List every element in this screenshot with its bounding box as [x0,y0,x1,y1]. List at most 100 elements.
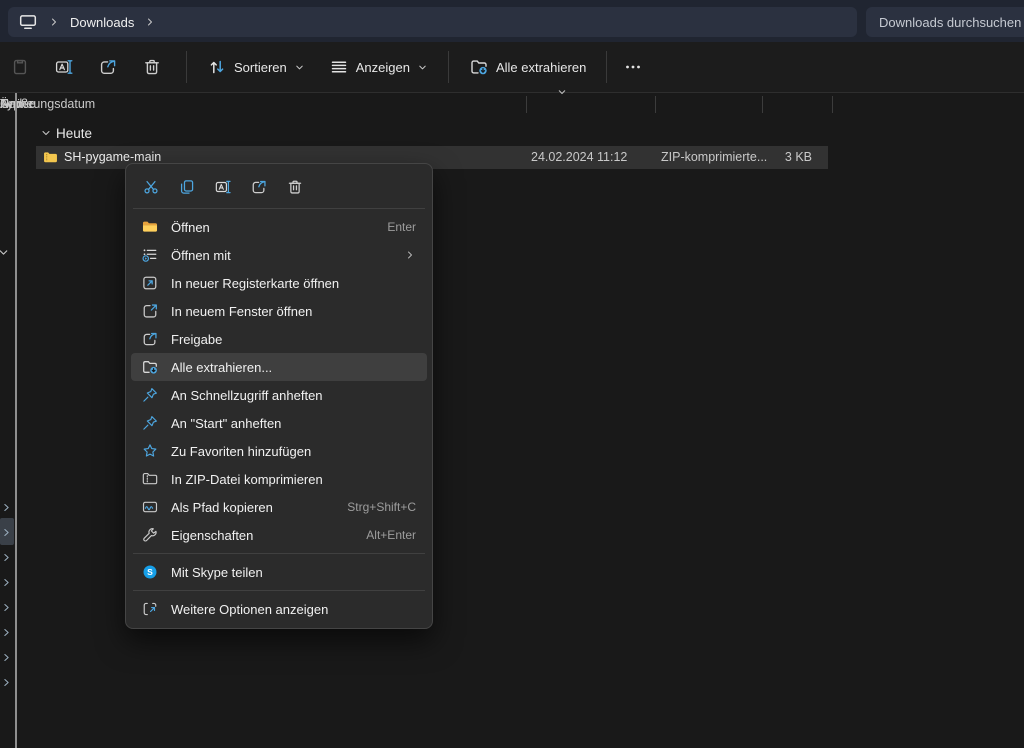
menu-item-extract-all[interactable]: Alle extrahieren... [131,353,427,381]
file-size: 3 KB [740,150,812,164]
zip-folder-icon [141,470,159,488]
menu-item-share[interactable]: Freigabe [131,325,427,353]
menu-item-label: Öffnen mit [171,248,231,263]
menu-item-compress-to-zip[interactable]: In ZIP-Datei komprimieren [131,465,427,493]
zip-file-icon [42,149,59,166]
share-icon [250,178,268,196]
copy-button[interactable] [172,173,201,202]
tree-collapse-icon[interactable] [0,246,10,259]
menu-item-shortcut: Enter [387,220,416,234]
new-window-icon [141,302,159,320]
menu-item-shortcut: Alt+Enter [366,528,416,542]
menu-separator [133,208,425,209]
delete-button[interactable] [134,50,170,84]
pin-icon [141,386,159,404]
menu-item-label: An Schnellzugriff anheften [171,388,323,403]
menu-item-open[interactable]: Öffnen Enter [131,213,427,241]
column-headers: NameÄnderungsdatumTypGröße [0,93,1024,117]
file-modified-date: 24.02.2024 11:12 [531,150,627,164]
view-button[interactable]: Anzeigen [317,50,440,84]
star-icon [141,442,159,460]
menu-item-label: Weitere Optionen anzeigen [171,602,328,617]
column-separator[interactable] [655,96,656,113]
breadcrumb-downloads[interactable]: Downloads [70,15,134,30]
menu-item-open-in-new-tab[interactable]: In neuer Registerkarte öffnen [131,269,427,297]
file-explorer-window: Downloads Downloads durchsuchen Sortiere… [0,0,1024,748]
extract-all-button[interactable]: Alle extrahieren [457,50,598,84]
menu-item-pin-to-start[interactable]: An "Start" anheften [131,409,427,437]
trash-icon [142,57,162,77]
more-dots-icon [623,57,643,77]
extract-icon [469,57,489,77]
extract-icon [141,358,159,376]
menu-item-label: An "Start" anheften [171,416,281,431]
rename-icon [214,178,232,196]
menu-item-label: Alle extrahieren... [171,360,272,375]
this-pc-icon[interactable] [18,12,38,32]
delete-button[interactable] [280,173,309,202]
file-name: SH-pygame-main [64,150,161,164]
extract-label: Alle extrahieren [496,60,586,75]
menu-item-add-to-favorites[interactable]: Zu Favoriten hinzufügen [131,437,427,465]
search-placeholder: Downloads durchsuchen [879,15,1021,30]
chevron-down-icon [417,62,428,73]
menu-item-label: Eigenschaften [171,528,253,543]
menu-separator [133,553,425,554]
trash-icon [286,178,304,196]
rename-button[interactable] [46,50,82,84]
address-band: Downloads Downloads durchsuchen [0,0,1024,42]
sort-button[interactable]: Sortieren [195,50,317,84]
pane-splitter[interactable] [15,93,17,748]
navigation-pane-edge [0,0,15,748]
tree-expand-chevron-icon[interactable] [1,527,12,538]
tree-expand-chevron-icon[interactable] [1,502,12,513]
share-button[interactable] [244,173,273,202]
search-box[interactable]: Downloads durchsuchen [866,7,1024,37]
share-button[interactable] [90,50,126,84]
submenu-chevron-icon [404,249,416,261]
menu-item-label: Mit Skype teilen [171,565,263,580]
tree-expand-chevron-icon[interactable] [1,627,12,638]
menu-item-properties[interactable]: Eigenschaften Alt+Enter [131,521,427,549]
tree-expand-chevron-icon[interactable] [1,677,12,688]
tree-expand-chevron-icon[interactable] [1,552,12,563]
address-bar[interactable]: Downloads [8,7,857,37]
see-more-button[interactable] [615,50,651,84]
breadcrumb-chevron-icon[interactable] [48,16,60,28]
menu-item-label: Öffnen [171,220,210,235]
tree-expand-chevron-icon[interactable] [1,652,12,663]
skype-icon: S [141,563,159,581]
menu-item-label: In ZIP-Datei komprimieren [171,472,323,487]
cut-button[interactable] [136,173,165,202]
view-label: Anzeigen [356,60,410,75]
sort-direction-icon [556,86,568,98]
breadcrumb-chevron-icon[interactable] [144,16,156,28]
menu-item-open-in-new-window[interactable]: In neuem Fenster öffnen [131,297,427,325]
copy-icon [178,178,196,196]
wrench-icon [141,526,159,544]
rename-button[interactable] [208,173,237,202]
copy-path-icon [141,498,159,516]
share-icon [98,57,118,77]
column-separator[interactable] [526,96,527,113]
open-with-icon [141,246,159,264]
menu-item-label: Als Pfad kopieren [171,500,273,515]
group-collapse-icon[interactable] [40,127,52,139]
svg-text:S: S [147,567,153,577]
menu-item-share-with-skype[interactable]: S Mit Skype teilen [131,558,427,586]
toolbar-separator [186,51,187,83]
tree-expand-chevron-icon[interactable] [1,577,12,588]
group-label: Heute [56,126,92,141]
toolbar-separator [606,51,607,83]
menu-item-label: Freigabe [171,332,222,347]
menu-item-open-with[interactable]: Öffnen mit [131,241,427,269]
menu-item-show-more-options[interactable]: Weitere Optionen anzeigen [131,595,427,623]
column-separator[interactable] [832,96,833,113]
more-options-icon [141,600,159,618]
menu-item-pin-to-quick-access[interactable]: An Schnellzugriff anheften [131,381,427,409]
menu-item-copy-as-path[interactable]: Als Pfad kopierenStrg+Shift+C [131,493,427,521]
tree-expand-chevron-icon[interactable] [1,602,12,613]
column-separator[interactable] [762,96,763,113]
command-bar: Sortieren Anzeigen Alle extrahieren [0,42,1024,93]
group-header-heute[interactable]: Heute [0,122,400,144]
